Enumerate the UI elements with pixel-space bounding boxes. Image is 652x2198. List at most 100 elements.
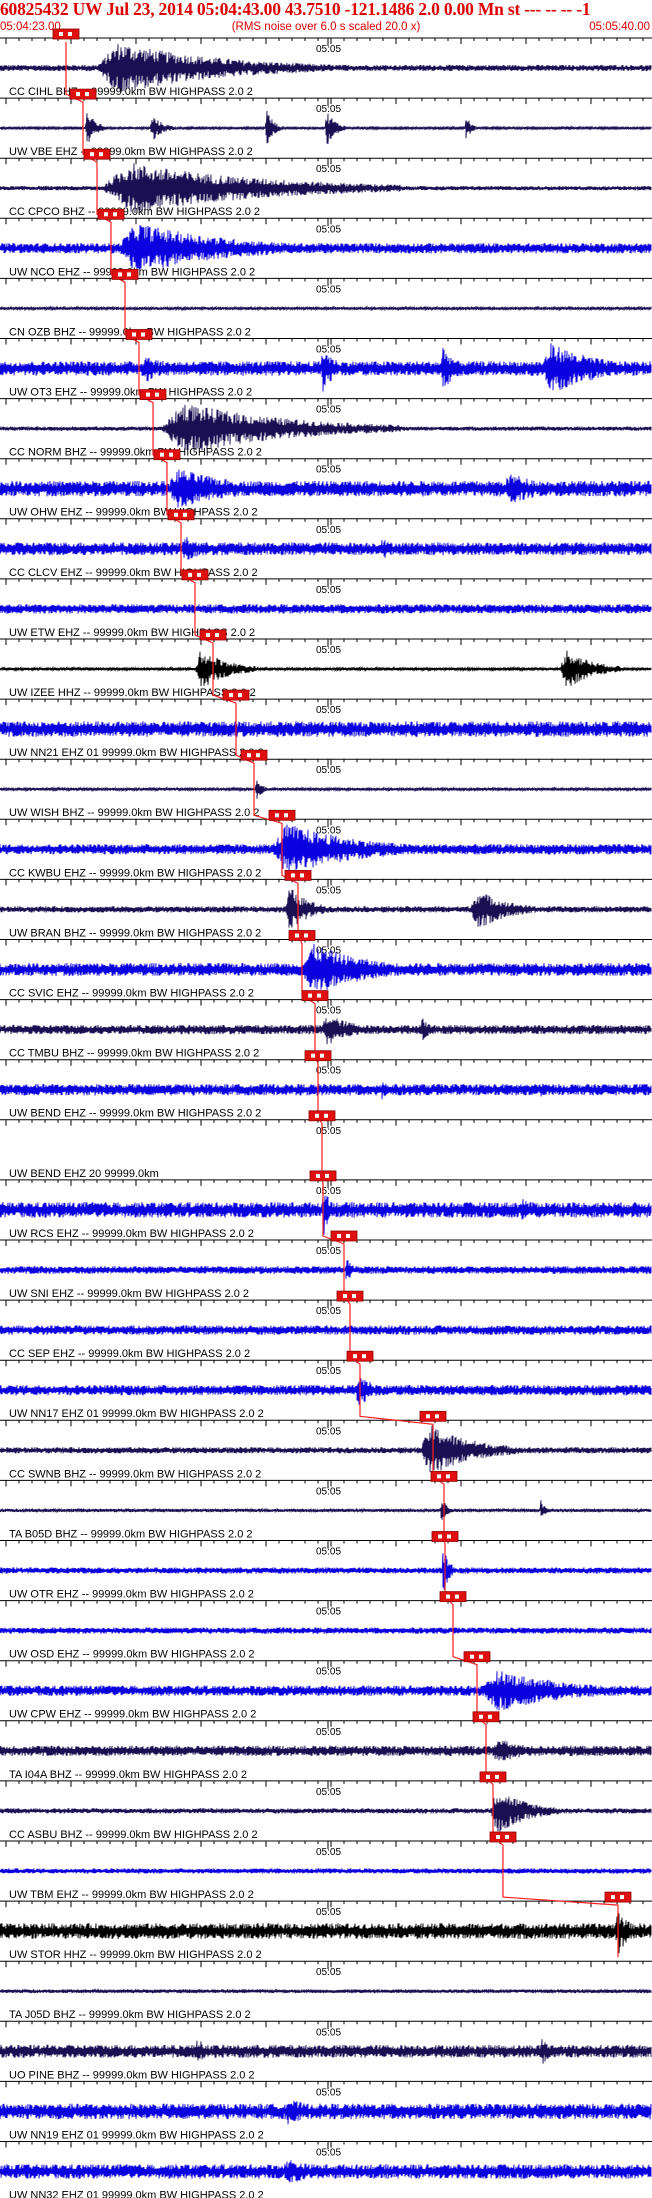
trace-row: 05:05 CC NORM BHZ -- 99999.0km BW HIGHPAS…	[0, 398, 652, 459]
pick-marker-dot	[455, 1594, 459, 1599]
pick-marker-dot	[300, 873, 304, 878]
pick-marker	[431, 1531, 459, 1542]
time-tick-label: 05:05	[316, 44, 341, 55]
trace-row: 05:05UW IZEE HHZ -- 99999.0km BW HIGHPAS…	[0, 638, 652, 699]
trace-row: 05:05 UW NN17 EHZ 01 99999.0km BW HIGHPAS…	[0, 1359, 652, 1420]
time-tick-label: 05:05	[316, 284, 341, 295]
pick-marker	[268, 809, 296, 821]
pick-marker-dot	[308, 993, 312, 998]
pick-marker	[336, 1290, 364, 1302]
trace-row: 05:05 UW NN19 EHZ 01 99999.0km BW HIGHPAS…	[0, 2080, 652, 2141]
trace-row: 05:05UW ETW EHZ -- 99999.0km BW HIGHPASS…	[0, 578, 652, 639]
pick-marker-dot	[99, 152, 103, 157]
trace-row: 05:05 UW WISH BHZ -- 99999.0km BW HIGHPAS…	[0, 758, 652, 819]
station-label: CC SWNB BHZ -- 99999.0km BW HIGHPASS 2.0…	[9, 1468, 261, 1480]
station-label: CC CLCV EHZ -- 99999.0km BW HIGHPASS 2.0…	[9, 567, 258, 579]
station-label: UW SNI EHZ -- 99999.0km BW HIGHPASS 2.0 …	[9, 1288, 249, 1300]
pick-marker-dot	[247, 753, 251, 758]
pick-marker-dot	[496, 1835, 500, 1839]
time-tick-label: 05:05	[316, 2027, 341, 2038]
time-tick-label: 05:05	[316, 1727, 341, 1738]
trace-row: 05:05 UW OTR EHZ -- 99999.0km BW HIGHPASS…	[0, 1540, 652, 1601]
waveform	[0, 1553, 652, 1590]
time-tick-label: 05:05	[316, 1366, 341, 1377]
pick-marker-dot	[317, 993, 321, 998]
waveform	[0, 780, 652, 799]
pick-marker	[330, 1230, 358, 1242]
pick-marker-dot	[446, 1594, 450, 1599]
station-label: UW OTR EHZ -- 99999.0km BW HIGHPASS 2.0 …	[9, 1589, 254, 1601]
pick-marker-dot	[495, 1774, 499, 1779]
station-label: UW RCS EHZ -- 99999.0km BW HIGHPASS 2.0 …	[9, 1228, 254, 1240]
pick-marker	[199, 629, 227, 641]
waveform	[0, 2100, 652, 2125]
trace-row: 05:05 CC CLCV EHZ -- 99999.0km BW HIGHPAS…	[0, 518, 652, 579]
pick-marker-dot	[346, 1234, 350, 1238]
pick-marker	[479, 1771, 507, 1783]
pick-marker	[111, 268, 139, 280]
trace-row: 05:05 UW OT3 EHZ -- 99999.0km BW HIGHPASS…	[0, 338, 652, 399]
trace-row: 05:05 CC SWNB BHZ -- 99999.0km BW HIGHPAS…	[0, 1419, 652, 1480]
pick-marker-dot	[435, 1414, 439, 1419]
time-tick-label: 05:05	[316, 345, 341, 356]
pick-marker-dot	[160, 452, 164, 457]
waveform	[0, 1627, 652, 1634]
pick-marker-dot	[146, 392, 150, 397]
station-label: TA B05D BHZ -- 99999.0km BW HIGHPASS 2.0…	[9, 1528, 253, 1540]
trace-row: 05:05 UW OSD EHZ -- 99999.0km BW HIGHPASS…	[0, 1600, 652, 1661]
time-tick-label: 05:05	[316, 224, 341, 235]
pick-marker-dot	[275, 813, 279, 818]
pick-marker-dot	[611, 1895, 615, 1900]
pick-marker-dot	[174, 512, 178, 517]
pick-marker-dot	[132, 332, 136, 337]
waveform	[0, 1988, 652, 1995]
pick-marker	[153, 449, 181, 461]
time-tick-label: 05:05	[316, 1967, 341, 1978]
trace-row: 05:05 UO PINE BHZ -- 99999.0km BW HIGHPAS…	[0, 2020, 652, 2081]
pick-marker-dot	[141, 332, 145, 337]
pick-marker-dot	[183, 512, 187, 517]
seismogram-plot: 05:05 CC CIHL BHZ -- 99999.0km BW HIGHPAS…	[0, 28, 652, 2198]
station-label: UW NN21 EHZ 01 99999.0km BW HIGHPASS 2.0…	[9, 747, 264, 759]
pick-marker-dot	[488, 1714, 492, 1719]
pick-marker	[489, 1831, 517, 1843]
pick-marker	[240, 749, 268, 761]
waveform	[0, 1325, 652, 1335]
time-tick-label: 05:05	[316, 885, 341, 896]
station-label: CC CPCO BHZ -- 99999.0km BW HIGHPASS 2.0…	[9, 206, 260, 218]
waveform	[0, 2039, 652, 2064]
pick-marker-dot	[118, 272, 122, 277]
time-tick-label: 05:05	[316, 1607, 341, 1618]
time-tick-label: 05:05	[316, 946, 341, 957]
pick-marker-dot	[127, 272, 131, 277]
waveform	[0, 604, 652, 614]
station-label: UW BRAN BHZ -- 99999.0km BW HIGHPASS 2.0…	[9, 927, 261, 939]
waveform	[0, 1378, 652, 1405]
station-label: UW NN32 EHZ 01 99999.0km BW HIGHPASS 2.0…	[9, 2190, 264, 2198]
trace-row: 05:05 TA I04A BHZ -- 99999.0km BW HIGHPAS…	[0, 1720, 652, 1781]
pick-marker	[181, 569, 209, 581]
waveform	[0, 721, 652, 737]
time-tick-label: 05:05	[316, 645, 341, 656]
pick-marker-dot	[90, 152, 94, 157]
time-tick-label: 05:05	[316, 525, 341, 536]
pick-marker-dot	[59, 32, 63, 36]
pick-marker	[222, 689, 250, 701]
time-tick-label: 05:05	[316, 1667, 341, 1678]
time-tick-label: 05:05	[316, 405, 341, 416]
waveform	[0, 1018, 652, 1045]
pick-marker-dot	[229, 693, 233, 698]
time-tick-label: 05:05	[316, 765, 341, 776]
pick-marker	[346, 1350, 374, 1362]
waveform	[0, 1868, 652, 1874]
trace-row: 05:05 UW TBM EHZ -- 99999.0km BW HIGHPASS…	[0, 1840, 652, 1901]
pick-marker-dot	[291, 873, 295, 878]
trace-row: 05:05 UW BRAN BHZ -- 99999.0km BW HIGHPAS…	[0, 878, 652, 939]
station-label: UW STOR HHZ -- 99999.0km BW HIGHPASS 2.0…	[9, 1949, 262, 1961]
pick-marker-dot	[479, 1654, 483, 1659]
pick-marker-dot	[486, 1774, 490, 1779]
time-tick-label: 05:05	[316, 104, 341, 115]
pick-marker	[309, 1170, 337, 1182]
time-tick-label: 05:05	[316, 1006, 341, 1017]
pick-marker	[430, 1471, 458, 1482]
